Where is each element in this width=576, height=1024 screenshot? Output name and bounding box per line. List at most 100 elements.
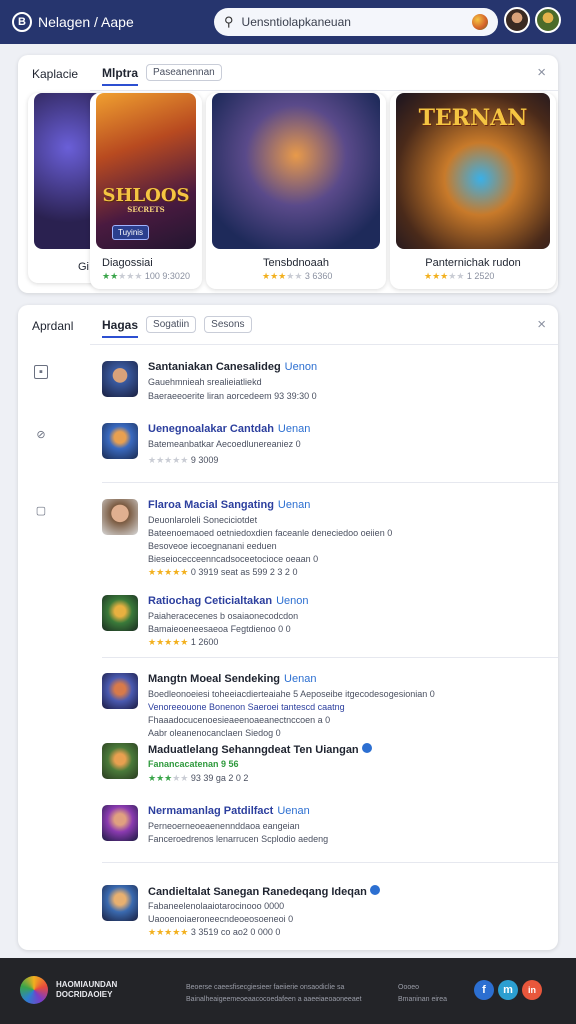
rating-count: 93 39 ga 2 0 2 — [190, 773, 249, 783]
tab-list[interactable]: Hagas — [102, 318, 139, 338]
filter-chip[interactable]: Sogatiin — [146, 316, 197, 333]
list-item-line: Fhaaadocucenoesieaeenoaeanectnccoen a 0 — [148, 715, 331, 725]
close-icon[interactable]: × — [537, 316, 546, 333]
game-card-rating: ★★★★★ 3 6360 — [262, 271, 332, 282]
list-item-line: Aabr oleanenocanclaen Siedog 0 — [148, 728, 281, 738]
list-item-title[interactable]: Uenegnoalakar Cantdah Uenan — [148, 423, 310, 435]
divider — [102, 482, 558, 483]
list-item-title-text: Mangtn Moeal Sendeking — [148, 673, 281, 685]
list-item-title[interactable]: Maduatlelang Sehanngdeat Ten Uiangan — [148, 743, 372, 756]
buy-button[interactable]: Tuyinis — [112, 225, 150, 240]
link-icon[interactable]: ⊘ — [34, 427, 48, 441]
game-card-name: Diagossiai — [102, 257, 153, 269]
list-item-line: Fanancacatenan 9 56 — [148, 759, 239, 769]
star-icon: ★ — [110, 271, 119, 281]
facebook-icon[interactable]: f — [474, 980, 494, 1000]
filter-chip[interactable]: Paseanennan — [146, 64, 222, 81]
footer-link[interactable]: Bmaninan eirea — [398, 996, 447, 1003]
star-icon: ★ — [294, 271, 303, 281]
list-item[interactable]: Candieltalat Sanegan Ranedeqang Ideqan F… — [102, 885, 542, 937]
game-thumbnail — [102, 361, 138, 397]
list-item-tag[interactable]: Uenon — [285, 361, 317, 373]
rating-count: 0 3919 seat as 599 2 3 2 0 — [190, 567, 298, 577]
list-item-line: Venoreeouone Bonenon Saeroei tantescd ca… — [148, 702, 345, 712]
list-item-line: Besoveoe iecoegnanani eeduen — [148, 541, 277, 551]
list-item-title-text: Ratiochag Ceticialtakan — [148, 595, 273, 607]
list-item-title-text: Maduatlelang Sehanngdeat Ten Uiangan — [148, 744, 359, 756]
list-item[interactable]: Nermamanlag Patdilfact Uenan Perneoerneoe… — [102, 805, 542, 849]
list-item[interactable]: Maduatlelang Sehanngdeat Ten Uiangan Fan… — [102, 743, 542, 791]
search-input[interactable]: Uensntiolapkaneuan — [242, 15, 351, 29]
list-item-title[interactable]: Mangtn Moeal Sendeking Uenan — [148, 673, 316, 685]
list-item[interactable]: Flaroa Macial Sangating Uenan Deuonlarole… — [102, 499, 542, 579]
breadcrumb[interactable]: Nelagen / Aape — [38, 14, 134, 30]
star-icon: ★ — [134, 271, 143, 281]
list-item-title[interactable]: Flaroa Macial Sangating Uenan — [148, 499, 310, 511]
divider — [102, 862, 558, 863]
footer-link[interactable]: Beoerse caeesfisecgiesieer faeiierie ons… — [186, 984, 344, 991]
star-icon: ★ — [262, 271, 271, 281]
list-item-line: Fabaneelenolaaiotarocinooo 0000 — [148, 901, 285, 911]
game-card[interactable]: SHLOOS SECRETS Tuyinis Diagossiai ★★★★★ … — [90, 93, 202, 289]
list-item-title[interactable]: Ratiochag Ceticialtakan Uenon — [148, 595, 309, 607]
footer-logo-icon[interactable] — [20, 976, 48, 1004]
list-item-line: Paiaheracecenes b osaiaonecodcdon — [148, 611, 299, 621]
list-item[interactable]: Santaniakan Canesalideg Uenon Gauehmnieah… — [102, 361, 542, 411]
featured-panel-header: Mlptra Paseanennan × — [90, 55, 558, 91]
list-item-line: Baeraeeoerite liran aorcedeem 93 39:30 0 — [148, 391, 317, 401]
footer-link[interactable]: Oooeo — [398, 984, 419, 991]
list-item-title[interactable]: Candieltalat Sanegan Ranedeqang Ideqan — [148, 885, 380, 898]
list-item-line: Bieseiocecceenncadsoceetocioce oeaan 0 — [148, 554, 319, 564]
rating-count: 3 3519 co ao2 0 000 0 — [190, 927, 281, 937]
list-item-line: Bateenoemaoed oetniedoxdien faceanle den… — [148, 528, 393, 538]
list-item[interactable]: Ratiochag Ceticialtakan Uenon Paiaheracec… — [102, 595, 542, 647]
rating-count: 1 2520 — [466, 271, 495, 281]
game-card-art — [212, 93, 380, 249]
footer-link[interactable]: Bainalheaigeemeoeaacocoedafeen a aaeeiae… — [186, 996, 362, 1003]
list-item-tag[interactable]: Uenan — [278, 499, 310, 511]
game-thumbnail — [102, 423, 138, 459]
footer-brand: HAOMIAUNDAN DOCRIDAOIEY — [56, 980, 118, 999]
list-item-title-text: Nermamanlag Patdilfact — [148, 805, 274, 817]
bookmark-icon[interactable]: ▢ — [34, 503, 48, 517]
list-item-tag[interactable]: Uenan — [277, 805, 309, 817]
linkedin-icon[interactable]: in — [522, 980, 542, 1000]
tab-featured[interactable]: Mlptra — [102, 66, 138, 86]
secondary-avatar[interactable] — [535, 7, 561, 33]
game-art-subtitle: SECRETS — [127, 205, 165, 214]
extension-badge-icon[interactable] — [472, 14, 488, 30]
star-icon: ★★★★★ — [148, 927, 189, 937]
list-item-line: Bamaieoeneesaeoa Fegtdienoo 0 0 — [148, 624, 291, 634]
checkbox-icon[interactable]: ▪ — [34, 365, 48, 379]
rating-count: 100 9:3020 — [144, 271, 190, 281]
list-item-title[interactable]: Nermamanlag Patdilfact Uenan — [148, 805, 310, 817]
messenger-icon[interactable]: m — [498, 980, 518, 1000]
filter-chip[interactable]: Sesons — [204, 316, 252, 333]
game-card-art: SHLOOS SECRETS Tuyinis — [96, 93, 196, 249]
list-item-tag[interactable]: Uenon — [276, 595, 308, 607]
search-bar[interactable]: ⚲ Uensntiolapkaneuan — [214, 8, 498, 36]
star-icon: ★★★★★ — [148, 455, 189, 465]
list-item[interactable]: Uenegnoalakar Cantdah Uenan Batemeanbatka… — [102, 423, 542, 473]
list-item-line: Batemeanbatkar Aecoedlunereaniez 0 — [148, 439, 301, 449]
list-item-line: Gauehmnieah srealieiatliekd — [148, 377, 262, 387]
brand[interactable]: B Nelagen / Aape — [12, 12, 134, 32]
game-thumbnail — [102, 885, 138, 921]
game-art-title: SHLOOS — [102, 185, 190, 206]
verified-icon — [369, 885, 380, 895]
game-card[interactable]: Tensbdnoaah ★★★★★ 3 6360 — [206, 93, 386, 289]
user-avatar[interactable] — [504, 7, 530, 33]
rating-count: 1 2600 — [190, 637, 219, 647]
list-item-tag[interactable]: Uenan — [278, 423, 310, 435]
game-card[interactable]: TERNAN Panternichak rudon ★★★★★ 1 2520 — [390, 93, 556, 289]
list-item-line: Uaooenoiaeroneecndeoeosoeneoi 0 — [148, 914, 294, 924]
list-item-line: Boedleonoeiesi toheeiacdierteaiahe 5 Aep… — [148, 689, 435, 699]
close-icon[interactable]: × — [537, 64, 546, 81]
list-item-tag[interactable]: Uenan — [284, 673, 316, 685]
list-item[interactable]: Mangtn Moeal Sendeking Uenan Boedleonoeie… — [102, 673, 542, 738]
list-item-rating: ★★★★★ 3 3519 co ao2 0 000 0 — [148, 927, 280, 938]
footer: HAOMIAUNDAN DOCRIDAOIEY Beoerse caeesfis… — [0, 958, 576, 1024]
search-icon: ⚲ — [224, 14, 234, 29]
star-icon: ★★ — [172, 773, 189, 783]
list-item-title[interactable]: Santaniakan Canesalideg Uenon — [148, 361, 317, 373]
